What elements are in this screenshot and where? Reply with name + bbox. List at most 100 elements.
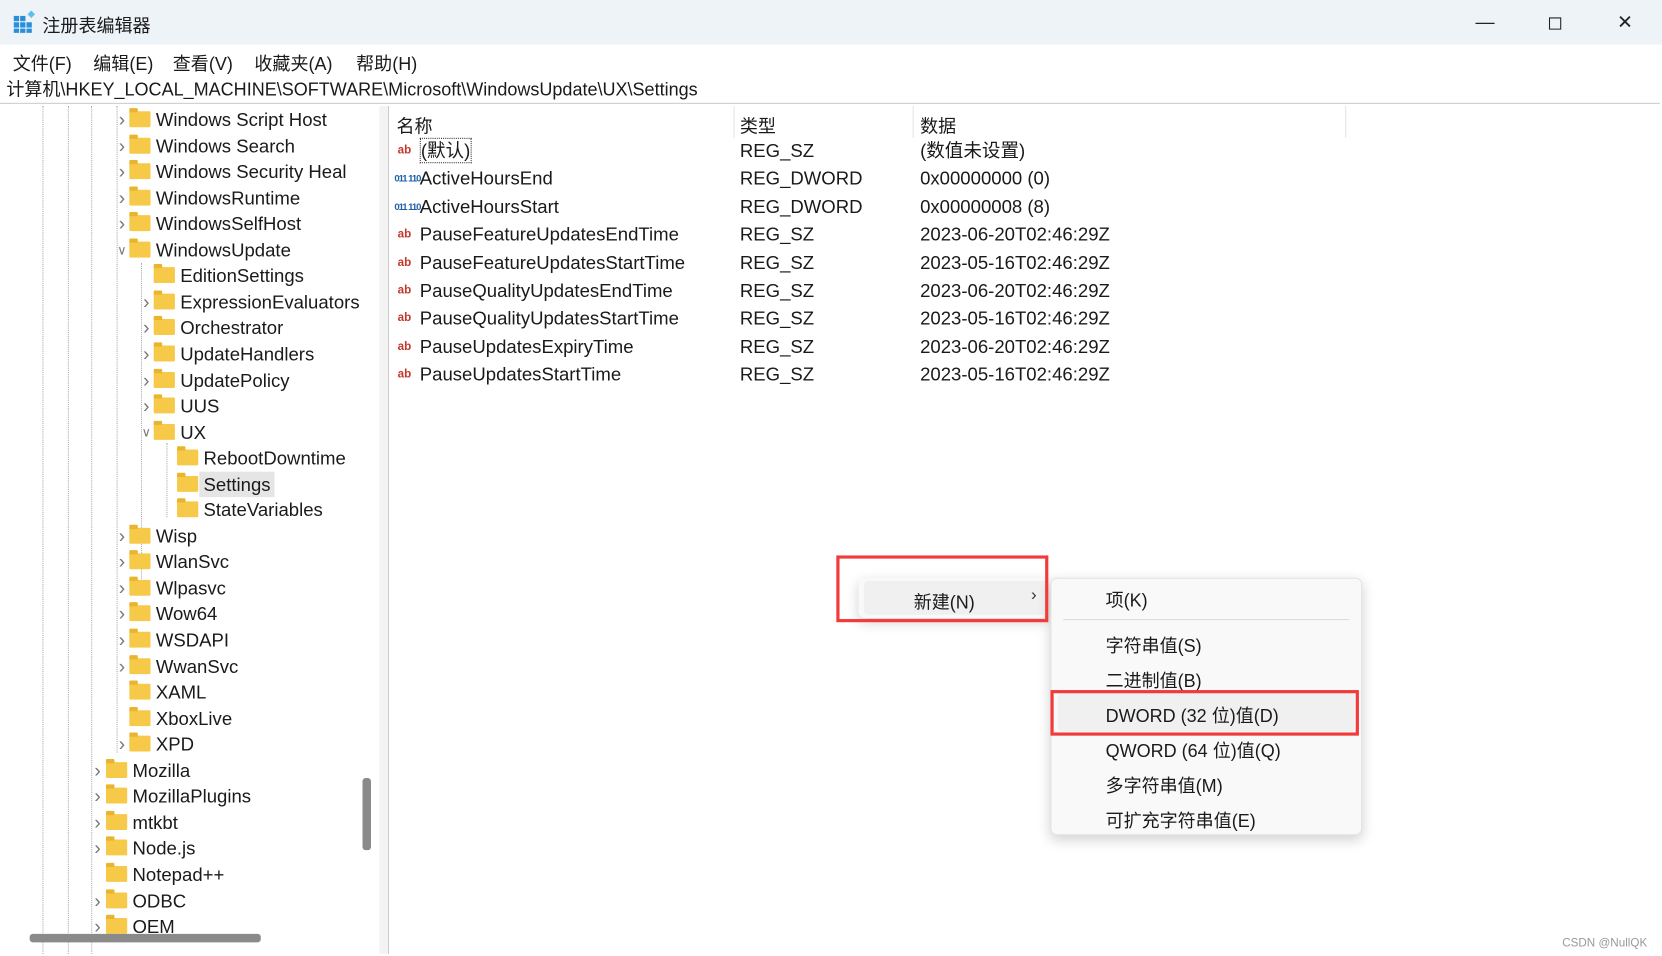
chevron-right-icon[interactable]: › xyxy=(139,367,154,392)
chevron-right-icon[interactable]: › xyxy=(114,628,129,653)
tree-item[interactable]: RebootDowntime xyxy=(2,445,362,470)
submenu-item[interactable]: 可扩充字符串值(E) xyxy=(1106,806,1256,833)
submenu-item[interactable]: 二进制值(B) xyxy=(1106,666,1202,693)
tree-item[interactable]: XAML xyxy=(2,680,362,705)
chevron-right-icon[interactable]: › xyxy=(90,758,105,783)
column-header-type[interactable]: 类型 xyxy=(740,111,776,137)
value-row[interactable]: ab PauseFeatureUpdatesEndTime REG_SZ 2023-0… xyxy=(389,221,1343,249)
tree-item[interactable]: › XPD xyxy=(2,732,362,757)
tree-item[interactable]: ∨ WindowsUpdate xyxy=(2,237,362,262)
tree-vertical-scrollbar[interactable] xyxy=(362,778,371,851)
folder-icon xyxy=(129,186,151,206)
value-row[interactable]: ab PauseFeatureUpdatesStartTime REG_SZ 2023… xyxy=(389,249,1343,277)
tree-item-label: Notepad++ xyxy=(132,863,225,886)
tree-item[interactable]: › UUS xyxy=(2,393,362,418)
chevron-right-icon[interactable]: › xyxy=(90,888,105,913)
submenu-item[interactable]: 字符串值(S) xyxy=(1106,631,1202,658)
pane-splitter[interactable] xyxy=(379,105,390,954)
address-bar[interactable]: 计算机\HKEY_LOCAL_MACHINE\SOFTWARE\Microsof… xyxy=(0,76,1660,104)
value-row[interactable]: ab PauseQualityUpdatesStartTime REG_SZ 2023… xyxy=(389,305,1343,333)
tree-item[interactable]: › WlanSvc xyxy=(2,549,362,574)
maximize-icon: ◻ xyxy=(1547,11,1563,33)
chevron-right-icon[interactable]: › xyxy=(114,107,129,132)
value-row[interactable]: 011 110 ActiveHoursStart REG_DWORD 0x000000… xyxy=(389,193,1343,221)
minimize-icon: — xyxy=(1475,11,1495,33)
value-row[interactable]: ab PauseUpdatesStartTime REG_SZ 2023-05-16T… xyxy=(389,361,1343,389)
submenu-item[interactable]: 多字符串值(M) xyxy=(1106,771,1223,798)
folder-icon xyxy=(129,628,151,648)
chevron-right-icon[interactable]: › xyxy=(114,732,129,757)
chevron-right-icon[interactable]: › xyxy=(114,654,129,679)
folder-icon xyxy=(177,498,199,518)
value-data: 2023-06-20T02:46:29Z xyxy=(920,223,1110,246)
chevron-right-icon[interactable]: › xyxy=(139,393,154,418)
chevron-right-icon[interactable]: › xyxy=(139,289,154,314)
tree-item[interactable]: ∨ UX xyxy=(2,419,362,444)
tree-item-label: WlanSvc xyxy=(155,551,230,573)
value-row[interactable]: ab PauseQualityUpdatesEndTime REG_SZ 2023-0… xyxy=(389,277,1343,305)
folder-icon xyxy=(129,706,151,726)
chevron-right-icon[interactable]: › xyxy=(114,211,129,236)
minimize-button[interactable]: — xyxy=(1461,6,1510,38)
chevron-right-icon[interactable]: › xyxy=(114,549,129,574)
value-row[interactable]: 011 110 ActiveHoursEnd REG_DWORD 0x00000000… xyxy=(389,165,1343,193)
chevron-right-icon[interactable]: › xyxy=(90,810,105,835)
value-row[interactable]: ab (默认) REG_SZ (数值未设置) xyxy=(389,137,1343,165)
tree-item[interactable]: EditionSettings xyxy=(2,263,362,288)
column-header-name[interactable]: 名称 xyxy=(396,111,432,137)
tree-item-label: Windows Security Heal xyxy=(155,161,347,183)
value-row[interactable]: ab PauseUpdatesExpiryTime REG_SZ 2023-06-20… xyxy=(389,333,1343,361)
tree-item[interactable]: Notepad++ xyxy=(2,862,362,887)
tree-item[interactable]: StateVariables xyxy=(2,497,362,522)
watermark: CSDN @NullQK xyxy=(1562,937,1648,950)
tree-item[interactable]: › Wlpasvc xyxy=(2,575,362,600)
tree-item[interactable]: › Orchestrator xyxy=(2,315,362,340)
submenu-item[interactable]: QWORD (64 位)值(Q) xyxy=(1106,736,1281,763)
chevron-right-icon[interactable]: › xyxy=(114,601,129,626)
chevron-right-icon[interactable]: › xyxy=(139,341,154,366)
chevron-right-icon[interactable]: › xyxy=(114,523,129,548)
tree-item[interactable]: › Node.js xyxy=(2,836,362,861)
tree-item[interactable]: › UpdateHandlers xyxy=(2,341,362,366)
menu-favorites[interactable]: 收藏夹(A) xyxy=(254,49,332,75)
tree-item[interactable]: › Wisp xyxy=(2,523,362,548)
chevron-right-icon[interactable]: › xyxy=(114,575,129,600)
submenu-item[interactable]: 项(K) xyxy=(1106,585,1148,612)
maximize-button[interactable]: ◻ xyxy=(1531,6,1580,38)
tree-item[interactable]: Settings xyxy=(2,471,362,497)
tree-item[interactable]: XboxLive xyxy=(2,706,362,731)
tree-item[interactable]: › WindowsSelfHost xyxy=(2,211,362,236)
tree-item[interactable]: › Windows Search xyxy=(2,133,362,158)
tree-item[interactable]: › ExpressionEvaluators xyxy=(2,289,362,314)
tree-item[interactable]: › mtkbt xyxy=(2,810,362,835)
menu-file[interactable]: 文件(F) xyxy=(13,49,72,75)
tree-item[interactable]: › UpdatePolicy xyxy=(2,367,362,392)
chevron-right-icon[interactable]: › xyxy=(114,159,129,184)
tree-item[interactable]: › Mozilla xyxy=(2,758,362,783)
tree-item[interactable]: › WSDAPI xyxy=(2,628,362,653)
chevron-right-icon[interactable]: › xyxy=(90,836,105,861)
key-tree: › Windows Script Host › Windows Search › Wind… xyxy=(2,105,381,954)
tree-item[interactable]: › WindowsRuntime xyxy=(2,185,362,210)
tree-item[interactable]: › Windows Script Host xyxy=(2,107,362,132)
tree-item[interactable]: › Windows Security Heal xyxy=(2,159,362,184)
folder-icon xyxy=(105,888,128,908)
tree-item[interactable]: › WwanSvc xyxy=(2,654,362,679)
chevron-down-icon[interactable]: ∨ xyxy=(114,237,129,262)
tree-item-label: Wlpasvc xyxy=(155,577,226,599)
chevron-right-icon[interactable]: › xyxy=(90,784,105,809)
tree-item[interactable]: › Wow64 xyxy=(2,601,362,626)
chevron-right-icon[interactable]: › xyxy=(114,133,129,158)
chevron-down-icon[interactable]: ∨ xyxy=(139,419,154,444)
menu-view[interactable]: 查看(V) xyxy=(173,49,233,75)
tree-item[interactable]: › ODBC xyxy=(2,888,362,913)
tree-item[interactable]: › MozillaPlugins xyxy=(2,784,362,809)
menu-help[interactable]: 帮助(H) xyxy=(356,49,417,75)
chevron-right-icon[interactable]: › xyxy=(139,315,154,340)
chevron-right-icon[interactable]: › xyxy=(114,185,129,210)
close-button[interactable]: ✕ xyxy=(1601,6,1650,38)
column-header-data[interactable]: 数据 xyxy=(920,111,956,137)
tree-horizontal-scrollbar[interactable] xyxy=(29,933,261,943)
folder-icon xyxy=(129,108,151,128)
menu-edit[interactable]: 编辑(E) xyxy=(93,49,153,75)
